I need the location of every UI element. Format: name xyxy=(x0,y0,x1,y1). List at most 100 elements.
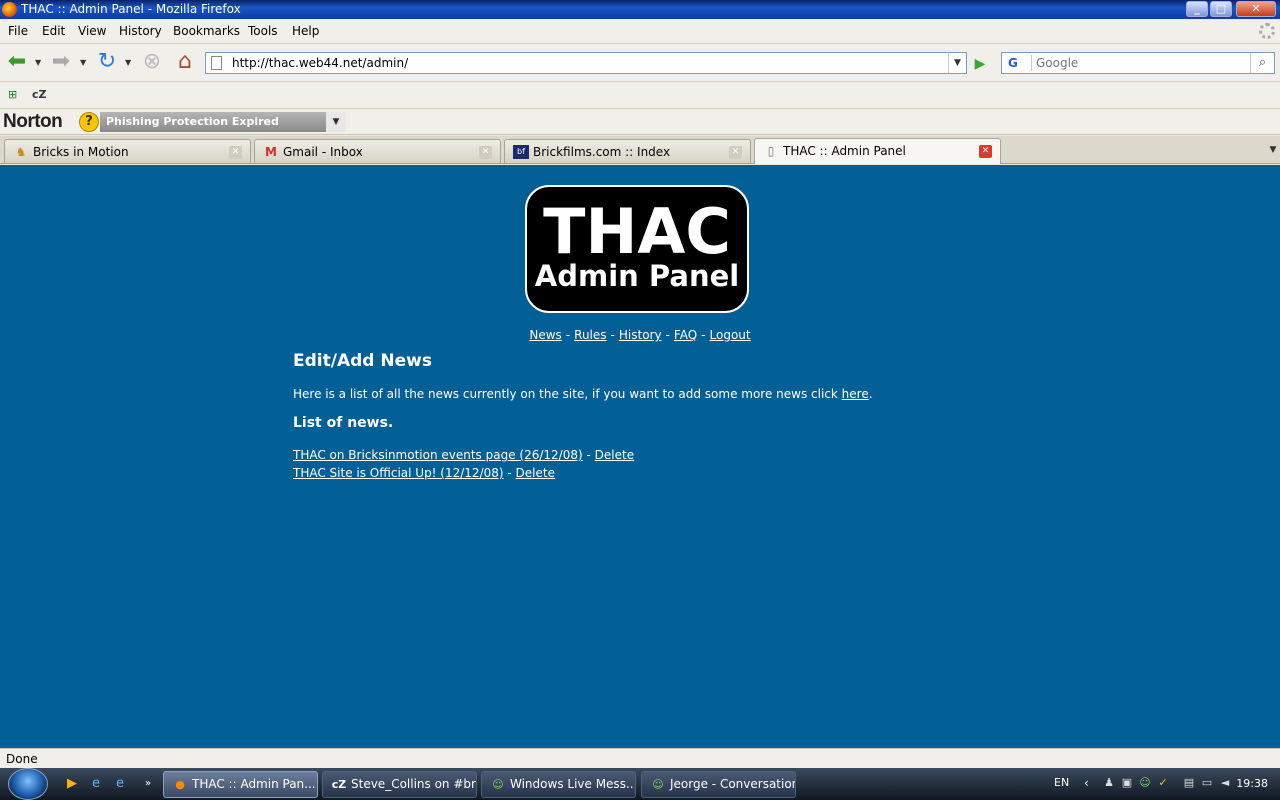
search-engine-selector[interactable]: G xyxy=(1004,55,1032,71)
search-input[interactable] xyxy=(1036,55,1246,71)
menu-file[interactable]: File xyxy=(8,24,28,38)
site-nav: News - Rules - History - FAQ - Logout xyxy=(0,328,1280,342)
tab-gmail[interactable]: M Gmail - Inbox ✕ xyxy=(254,139,501,163)
page-content: THAC Admin Panel News - Rules - History - FAQ -… xyxy=(0,165,1280,748)
delete-news-link[interactable]: Delete xyxy=(595,448,634,462)
add-news-link[interactable]: here xyxy=(842,387,869,401)
menu-help[interactable]: Help xyxy=(292,24,319,38)
page-title: Edit/Add News xyxy=(293,351,432,371)
bf-icon: bf xyxy=(513,145,529,159)
back-history-dropdown[interactable]: ▼ xyxy=(35,58,43,68)
throbber-icon xyxy=(1259,23,1275,39)
safely-remove-icon[interactable]: ▤ xyxy=(1182,776,1196,790)
close-tab-icon[interactable]: ✕ xyxy=(479,146,492,159)
navigation-toolbar: ⬅ ▼ ➡ ▼ ↻ ▼ ⊗ ⌂ ▼ ▶ G ⌕ xyxy=(0,44,1280,82)
tab-label: Gmail - Inbox xyxy=(283,145,363,159)
tab-label: Bricks in Motion xyxy=(33,145,129,159)
ie-icon[interactable]: e xyxy=(112,776,128,792)
reload-dropdown[interactable]: ▼ xyxy=(125,58,133,68)
messenger-tray-icon[interactable]: ☺ xyxy=(1138,776,1152,790)
close-button[interactable]: ✕ xyxy=(1236,1,1276,17)
forward-history-dropdown[interactable]: ▼ xyxy=(80,58,88,68)
firefox-icon xyxy=(2,2,17,17)
taskbar: ▶ e e » ● THAC :: Admin Pan... cZ Steve_… xyxy=(0,768,1280,800)
chatzilla-icon[interactable]: cZ xyxy=(32,88,47,104)
firefox-icon: ● xyxy=(175,778,185,791)
news-item: THAC on Bricksinmotion events page (26/1… xyxy=(293,446,993,464)
taskbar-item-messenger[interactable]: ☺ Windows Live Mess... xyxy=(481,771,636,798)
search-icon[interactable]: ⌕ xyxy=(1250,53,1274,73)
go-button[interactable]: ▶ xyxy=(971,55,989,73)
help-icon[interactable]: ? xyxy=(79,112,99,132)
forward-button[interactable]: ➡ xyxy=(48,50,74,76)
home-button[interactable]: ⌂ xyxy=(172,50,198,76)
stop-button[interactable]: ⊗ xyxy=(139,50,165,76)
window-title: THAC :: Admin Panel - Mozilla Firefox xyxy=(21,2,241,16)
gmail-icon: M xyxy=(265,145,277,159)
maximize-button[interactable]: □ xyxy=(1210,1,1232,17)
bim-icon: ♞ xyxy=(15,145,27,159)
system-tray: EN ‹ ♟ ▣ ☺ ✓ ▤ ▭ ◄ 19:38 xyxy=(1046,768,1280,800)
quicklaunch-more-icon[interactable]: » xyxy=(140,776,156,792)
taskbar-item-firefox[interactable]: ● THAC :: Admin Pan... xyxy=(163,771,318,798)
url-history-dropdown[interactable]: ▼ xyxy=(948,53,966,73)
close-tab-icon[interactable]: ✕ xyxy=(729,146,742,159)
news-item-title[interactable]: THAC on Bricksinmotion events page (26/1… xyxy=(293,448,583,462)
norton-toolbar: Norton ? Phishing Protection Expired ▼ xyxy=(0,110,1280,135)
taskbar-item-chatzilla[interactable]: cZ Steve_Collins on #br... xyxy=(322,771,477,798)
tab-bar: ♞ Bricks in Motion ✕ M Gmail - Inbox ✕ b… xyxy=(0,136,1280,164)
tab-brickfilms[interactable]: bf Brickfilms.com :: Index ✕ xyxy=(504,139,751,163)
nav-link-faq[interactable]: FAQ xyxy=(674,328,697,342)
media-player-icon[interactable]: ▶ xyxy=(64,776,80,792)
delete-news-link[interactable]: Delete xyxy=(516,466,555,480)
logo-subtitle: Admin Panel xyxy=(534,259,740,293)
menu-history[interactable]: History xyxy=(119,24,162,38)
add-bookmark-icon[interactable]: ⊞ xyxy=(8,88,17,104)
nav-link-news[interactable]: News xyxy=(529,328,561,342)
norton-logo: Norton xyxy=(3,111,63,132)
clock[interactable]: 19:38 xyxy=(1236,777,1268,790)
taskbar-item-label: THAC :: Admin Pan... xyxy=(192,777,316,791)
status-text: Done xyxy=(6,752,38,766)
nav-link-history[interactable]: History xyxy=(619,328,662,342)
back-button[interactable]: ⬅ xyxy=(4,50,30,76)
url-bar[interactable]: ▼ xyxy=(205,52,967,74)
language-indicator[interactable]: EN xyxy=(1054,776,1069,789)
nav-separator: - xyxy=(701,328,706,342)
menu-bookmarks[interactable]: Bookmarks xyxy=(173,24,240,38)
reload-button[interactable]: ↻ xyxy=(94,50,120,76)
nav-link-rules[interactable]: Rules xyxy=(574,328,606,342)
news-item-title[interactable]: THAC Site is Official Up! (12/12/08) xyxy=(293,466,504,480)
chevron-down-icon[interactable]: ▼ xyxy=(326,112,346,132)
volume-icon[interactable]: ◄ xyxy=(1218,776,1232,790)
network-icon[interactable]: ▣ xyxy=(1120,776,1134,790)
status-bar: Done xyxy=(0,748,1280,768)
page-icon: ▯ xyxy=(767,144,775,158)
tab-thac-admin[interactable]: ▯ THAC :: Admin Panel ✕ xyxy=(754,138,1001,164)
menu-tools[interactable]: Tools xyxy=(248,24,278,38)
user-icon[interactable]: ♟ xyxy=(1102,776,1116,790)
intro-text-end: . xyxy=(868,387,873,401)
main-section: Edit/Add News Here is a list of all the … xyxy=(293,351,993,482)
minimize-button[interactable]: _ xyxy=(1186,1,1208,17)
list-all-tabs-icon[interactable]: ▼ xyxy=(1266,140,1280,160)
start-button[interactable] xyxy=(8,768,48,800)
close-tab-icon[interactable]: ✕ xyxy=(229,146,242,159)
close-tab-icon[interactable]: ✕ xyxy=(979,145,992,158)
news-separator: - xyxy=(507,466,516,480)
search-bar[interactable]: G ⌕ xyxy=(1001,52,1275,74)
page-icon xyxy=(211,56,222,70)
ie-icon[interactable]: e xyxy=(88,776,104,792)
nav-link-logout[interactable]: Logout xyxy=(710,328,751,342)
menu-view[interactable]: View xyxy=(78,24,106,38)
tab-bricks-in-motion[interactable]: ♞ Bricks in Motion ✕ xyxy=(4,139,251,163)
taskbar-item-conversation[interactable]: ☺ Jeorge - Conversation xyxy=(641,771,796,798)
news-item: THAC Site is Official Up! (12/12/08) - D… xyxy=(293,464,993,482)
menu-edit[interactable]: Edit xyxy=(42,24,65,38)
messenger-icon: ☺ xyxy=(652,778,664,791)
show-hidden-icons-icon[interactable]: ‹ xyxy=(1084,776,1089,790)
display-icon[interactable]: ▭ xyxy=(1200,776,1214,790)
norton-tray-icon[interactable]: ✓ xyxy=(1156,776,1170,790)
phishing-protection-button[interactable]: Phishing Protection Expired ▼ xyxy=(100,112,346,132)
url-input[interactable] xyxy=(232,55,932,71)
